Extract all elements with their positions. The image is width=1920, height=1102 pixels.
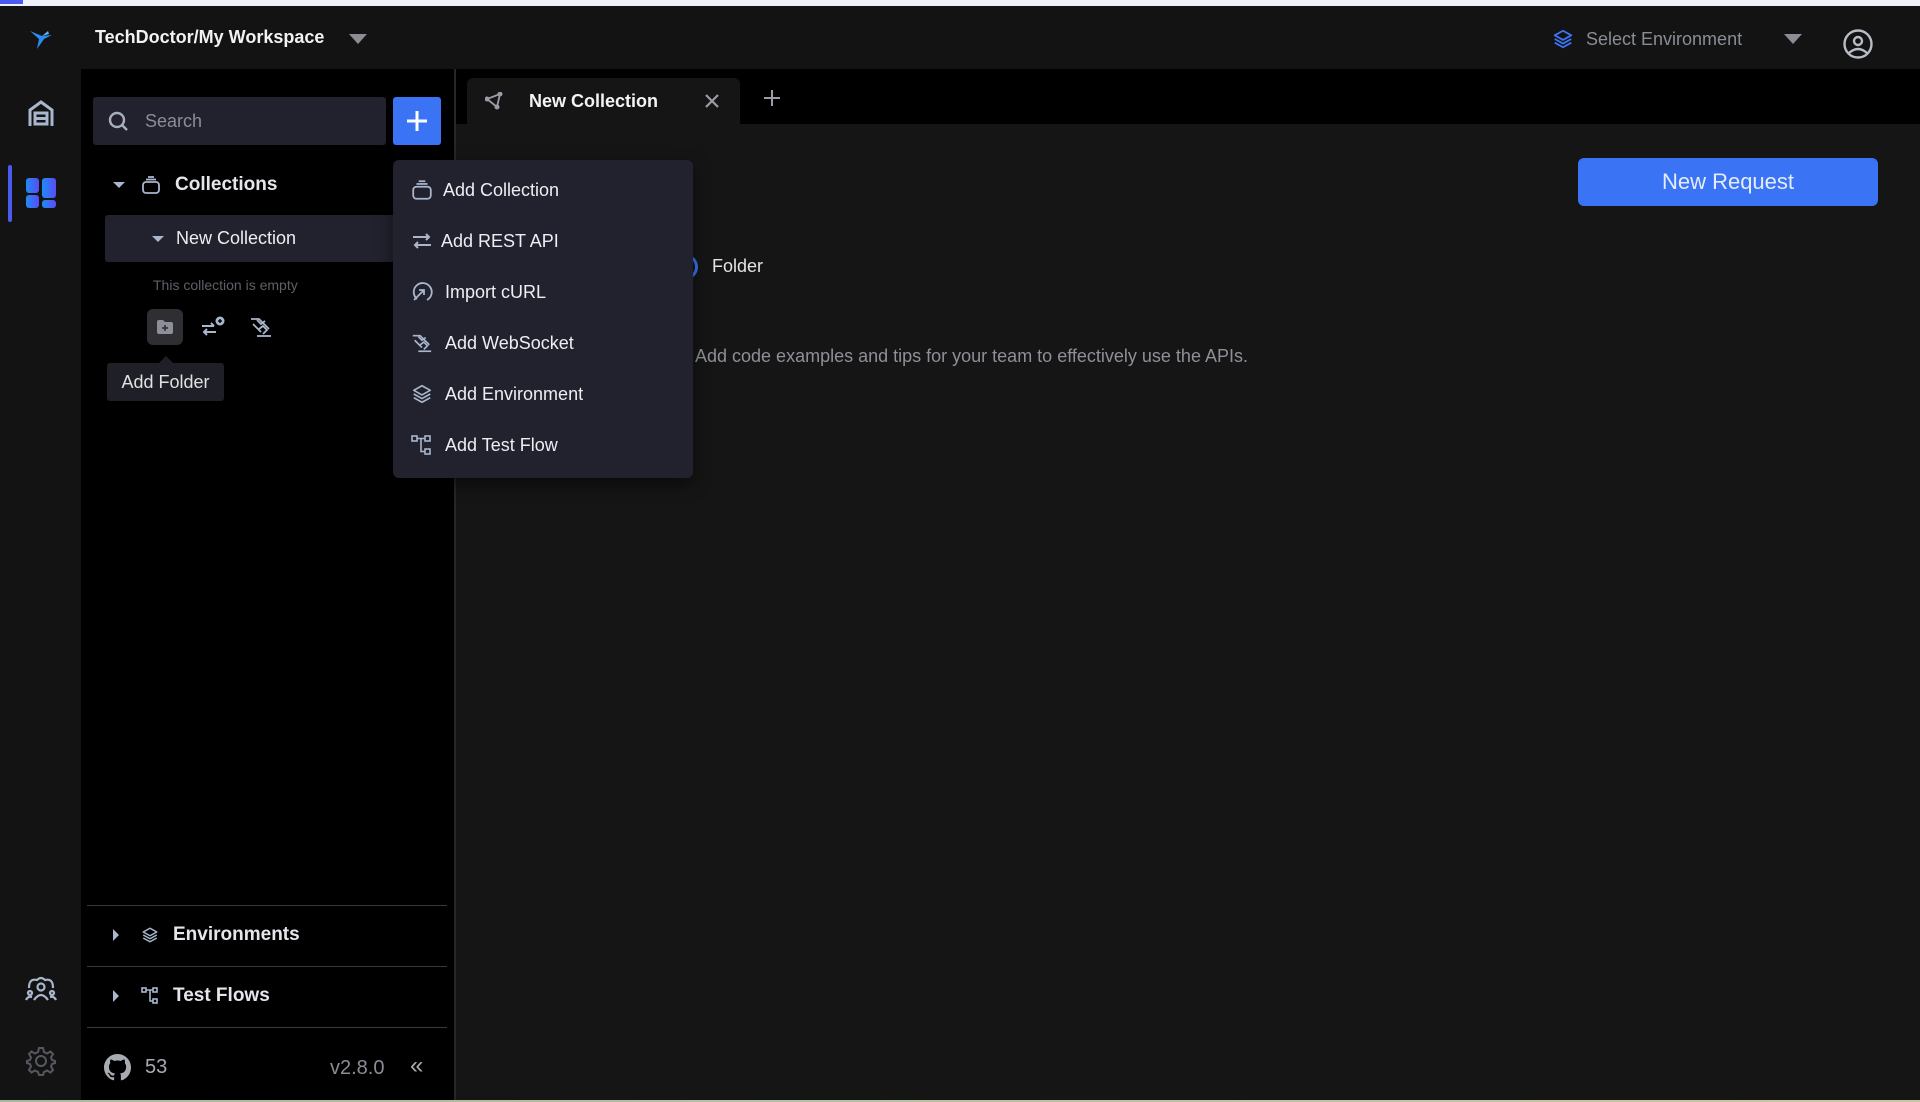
menu-item-label: Add Collection [443, 179, 560, 200]
testflow-icon [411, 435, 431, 455]
collapse-sidebar-button[interactable]: « [410, 1052, 423, 1080]
folder-option-label: Folder [712, 256, 764, 276]
add-rest-api-button[interactable] [195, 309, 231, 345]
collection-description-placeholder[interactable]: Add code examples and tips for your team… [695, 346, 1248, 367]
testflows-label: Test Flows [173, 985, 270, 1006]
left-rail [0, 69, 81, 1100]
rail-collections[interactable] [0, 165, 81, 221]
menu-item-add-collection[interactable]: Add Collection [393, 168, 693, 212]
environments-label: Environments [173, 924, 300, 945]
tab-label: New Collection [529, 90, 659, 111]
section-divider [87, 966, 447, 967]
environment-select[interactable]: Select Environment [1552, 24, 1742, 54]
team-icon [24, 976, 57, 1001]
menu-item-label: Add Environment [445, 383, 584, 404]
add-folder-button[interactable] [147, 309, 183, 345]
layers-icon [1553, 29, 1573, 49]
home-icon [28, 100, 53, 126]
empty-collection-text: This collection is empty [153, 277, 298, 293]
menu-item-label: Add WebSocket [445, 332, 574, 353]
tab-new-collection[interactable]: New Collection [467, 78, 740, 124]
workspace-name[interactable]: TechDoctor/My Workspace [95, 27, 324, 48]
github-icon [104, 1054, 131, 1081]
workspace-dropdown-icon[interactable] [349, 34, 367, 44]
import-curl-icon [412, 282, 433, 301]
menu-item-add-test-flow[interactable]: Add Test Flow [393, 423, 693, 467]
app-header: TechDoctor/My Workspace Select Environme… [0, 6, 1920, 69]
add-tab-icon[interactable] [762, 88, 782, 108]
search-icon [108, 111, 128, 131]
search-input[interactable] [145, 110, 365, 132]
menu-item-add-websocket[interactable]: Add WebSocket [393, 321, 693, 365]
menu-item-add-environment[interactable]: Add Environment [393, 372, 693, 416]
app-logo-icon [30, 31, 52, 49]
dashboard-icon [25, 178, 56, 208]
add-new-button[interactable] [393, 97, 441, 145]
settings-gear-icon [25, 1047, 56, 1076]
user-account-icon[interactable] [1842, 28, 1874, 60]
section-divider [87, 1027, 447, 1028]
websocket-icon [412, 334, 432, 353]
environments-section-toggle[interactable]: Environments [113, 920, 300, 950]
collection-icon [412, 180, 432, 200]
environment-select-label: Select Environment [1586, 28, 1743, 49]
testflows-section-toggle[interactable]: Test Flows [113, 981, 270, 1011]
testflow-icon [141, 987, 158, 1004]
section-divider [87, 905, 447, 906]
environment-dropdown-icon[interactable] [1784, 34, 1802, 44]
caret-down-icon [152, 235, 164, 242]
collection-icon [142, 176, 160, 194]
menu-item-label: Import cURL [445, 281, 547, 302]
close-tab-icon[interactable] [702, 91, 722, 111]
caret-down-icon [113, 182, 125, 188]
caret-right-icon [113, 990, 119, 1002]
menu-item-label: Add REST API [441, 230, 559, 251]
collections-section-toggle[interactable]: Collections [113, 170, 277, 200]
caret-right-icon [113, 929, 119, 941]
add-menu-dropdown: Add Collection Add REST API Import cURL … [393, 160, 693, 478]
search-box[interactable] [93, 97, 386, 145]
collection-item[interactable]: New Collection [105, 215, 395, 262]
folder-plus-icon [157, 320, 173, 334]
github-link[interactable]: 53 [104, 1054, 167, 1081]
rest-api-icon [413, 233, 431, 249]
plus-icon [407, 111, 427, 131]
collections-label: Collections [175, 174, 278, 195]
rail-home[interactable] [0, 86, 81, 142]
websocket-icon [251, 318, 271, 337]
add-websocket-button[interactable] [243, 309, 279, 345]
rest-api-add-icon [202, 316, 225, 336]
menu-item-label: Add Test Flow [445, 434, 558, 455]
collection-name: New Collection [176, 228, 297, 248]
collection-tab-icon [485, 92, 503, 110]
window-accent [0, 0, 23, 4]
menu-item-add-rest-api[interactable]: Add REST API [393, 219, 693, 263]
add-folder-tooltip: Add Folder [107, 356, 224, 401]
environment-icon [412, 384, 432, 404]
environment-icon [142, 927, 158, 943]
menu-item-import-curl[interactable]: Import cURL [393, 270, 693, 314]
rail-settings[interactable] [0, 1033, 81, 1089]
rail-team[interactable] [0, 961, 81, 1017]
new-request-button[interactable]: New Request [1578, 158, 1878, 206]
github-stars-count: 53 [145, 1056, 168, 1078]
app-version: v2.8.0 [330, 1057, 385, 1079]
